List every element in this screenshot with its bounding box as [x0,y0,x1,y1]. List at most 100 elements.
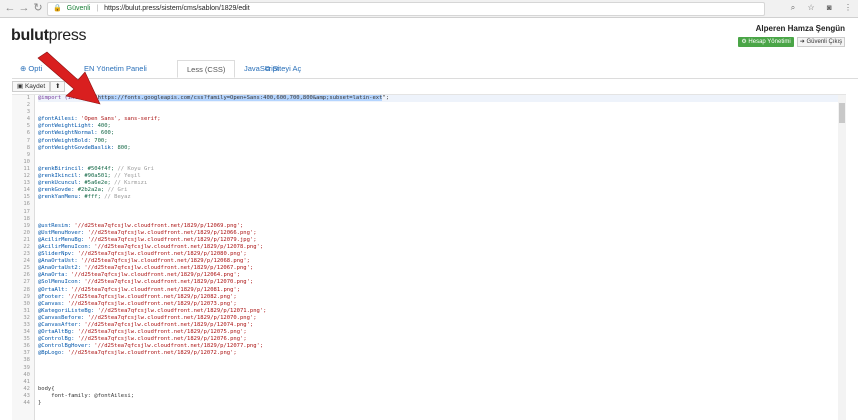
logo-prefix: bulut [11,27,49,44]
code-line[interactable]: @SolMenuIcon: '//d25tea7qfcsjlw.cloudfro… [38,279,838,286]
line-number: 1 [26,95,30,101]
code-line[interactable] [38,109,838,116]
code-line[interactable]: @UstMenuHover: '//d25tea7qfcsjlw.cloudfr… [38,230,838,237]
save-button[interactable]: ▣ Kaydet [12,81,51,92]
line-number: 19 [23,222,30,229]
browser-actions: ⌕ ☆ ◙ ⋮ [781,3,852,13]
tab-admin-panel[interactable]: EN Yönetim Paneli [84,64,147,73]
site-logo[interactable]: bulutpress [11,27,87,45]
code-area[interactable]: @import (inline) "https://fonts.googleap… [38,95,838,407]
code-line[interactable]: @AnaOrtaUst: '//d25tea7qfcsjlw.cloudfron… [38,258,838,265]
line-number: 25 [23,265,30,272]
menu-icon[interactable]: ⋮ [844,3,852,12]
line-number: 11 [23,165,30,172]
code-line[interactable]: @AcilirMenuBg: '//d25tea7qfcsjlw.cloudfr… [38,237,838,244]
user-name: Alperen Hamza Şengün [755,24,845,33]
code-line[interactable]: @OrtaAltBg: '//d25tea7qfcsjlw.cloudfront… [38,329,838,336]
code-line[interactable]: @OrtaAlt: '//d25tea7qfcsjlw.cloudfront.n… [38,287,838,294]
code-line[interactable]: @fontWeightLight: 400; [38,123,838,130]
code-line[interactable] [38,216,838,223]
code-line[interactable]: @AcilirMenuIcon: '//d25tea7qfcsjlw.cloud… [38,244,838,251]
code-line[interactable]: @fontWeightGovdeBaslik: 800; [38,145,838,152]
plus-icon: ⊕ [20,64,27,73]
code-line[interactable] [38,102,838,109]
code-line[interactable]: @BpLogo: '//d25tea7qfcsjlw.cloudfront.ne… [38,350,838,357]
line-number: 34 [23,329,30,336]
tab-less-css[interactable]: Less (CSS) [177,60,236,78]
address-bar[interactable]: 🔒 Güvenli | https://bulut.press/sistem/c… [47,2,765,16]
line-number: 36 [23,343,30,350]
external-link-icon: ⧉ [265,64,271,73]
back-icon[interactable]: ← [4,2,16,14]
code-line[interactable]: @KategoriListeBg: '//d25tea7qfcsjlw.clou… [38,308,838,315]
line-number: 32 [23,314,30,321]
line-number: 23 [23,251,30,258]
code-line[interactable]: @renkUcuncul: #5a6e2e; // Kırmızı [38,180,838,187]
upload-button[interactable]: ⬆ [50,81,66,92]
code-line[interactable]: @renkGovde: #2b2a2a; // Gri [38,187,838,194]
line-number: 38 [23,357,30,364]
code-line[interactable]: @CanvasBefore: '//d25tea7qfcsjlw.cloudfr… [38,315,838,322]
line-number: 18 [23,215,30,222]
code-line[interactable] [38,372,838,379]
logout-button[interactable]: ➜ Güvenli Çıkış [797,37,845,47]
code-line[interactable]: @import (inline) "https://fonts.googleap… [38,95,838,103]
code-line[interactable] [38,357,838,364]
line-number: 12 [23,173,30,180]
editor-tabs: ⊕ Opti EN Yönetim Paneli Less (CSS) Java… [12,60,858,79]
line-number: 17 [23,208,30,215]
code-line[interactable]: @CanvasAfter: '//d25tea7qfcsjlw.cloudfro… [38,322,838,329]
code-line[interactable] [38,365,838,372]
line-number: 22 [23,243,30,250]
code-line[interactable]: body{ [38,386,838,393]
line-number: 44 [23,400,30,407]
code-line[interactable]: @fontAilesi: 'Open Sans', sans-serif; [38,116,838,123]
line-number: 2 [26,102,30,109]
code-line[interactable] [38,379,838,386]
camera-icon[interactable]: ◙ [827,3,832,12]
zoom-icon[interactable]: ⌕ [791,3,795,12]
line-number: 5 [26,123,30,130]
code-line[interactable]: @ControlBgHover: '//d25tea7qfcsjlw.cloud… [38,343,838,350]
logout-button-label: Güvenli Çıkış [806,39,843,45]
line-number: 13 [23,180,30,187]
reload-icon[interactable]: ↻ [32,2,44,14]
code-line[interactable]: @renkIkincil: #90a501; // Yeşil [38,173,838,180]
line-number: 24 [23,258,30,265]
code-line[interactable]: @ustResim: '//d25tea7qfcsjlw.cloudfront.… [38,223,838,230]
logout-icon: ➜ [799,39,805,45]
scrollbar-thumb[interactable] [839,103,845,123]
star-icon[interactable]: ☆ [808,3,815,12]
code-line[interactable]: @Canvas: '//d25tea7qfcsjlw.cloudfront.ne… [38,301,838,308]
lock-icon: 🔒 [53,5,62,12]
code-line[interactable]: @renkYanMenu: #fff; // Beyaz [38,194,838,201]
code-line[interactable]: @renkBirincil: #504f4f; // Koyu Gri [38,166,838,173]
code-line[interactable]: } [38,400,838,407]
code-line[interactable]: @SliderNpv: '//d25tea7qfcsjlw.cloudfront… [38,251,838,258]
line-number: 15 [23,194,30,201]
code-line[interactable] [38,209,838,216]
line-number: 14 [23,187,30,194]
code-editor[interactable]: 1 2 3 4 5 6 7 8 9 10 11 12 13 14 15 16 17 18 19 20 21 22 23 24 2… [12,94,846,420]
code-line[interactable]: @fontWeightBold: 700; [38,138,838,145]
vertical-scrollbar[interactable] [838,95,846,420]
code-line[interactable]: @Footer: '//d25tea7qfcsjlw.cloudfront.ne… [38,294,838,301]
tab-options[interactable]: ⊕ Opti [20,64,42,73]
upload-icon: ⬆ [55,83,61,90]
url-text: https://bulut.press/sistem/cms/sablon/18… [104,5,250,12]
code-line[interactable] [38,152,838,159]
code-line[interactable] [38,159,838,166]
code-line[interactable]: font-family: @fontAilesi; [38,393,838,400]
code-line[interactable]: @fontWeightNormal: 600; [38,130,838,137]
code-line[interactable]: @AnaOrta: '//d25tea7qfcsjlw.cloudfront.n… [38,272,838,279]
code-line[interactable]: @AnaOrtaUst2: '//d25tea7qfcsjlw.cloudfro… [38,265,838,272]
line-number: 43 [23,392,30,399]
account-button[interactable]: ⚙ Hesap Yönetimi [738,37,794,47]
line-number-gutter: 1 2 3 4 5 6 7 8 9 10 11 12 13 14 15 16 17 18 19 20 21 22 23 24 2… [12,95,35,420]
line-number: 27 [23,279,30,286]
code-line[interactable] [38,201,838,208]
tab-open-site[interactable]: ⧉ Siteyi Aç [265,64,301,74]
forward-icon[interactable]: → [18,2,30,14]
code-line[interactable]: @ControlBg: '//d25tea7qfcsjlw.cloudfront… [38,336,838,343]
line-number: 16 [23,201,30,208]
